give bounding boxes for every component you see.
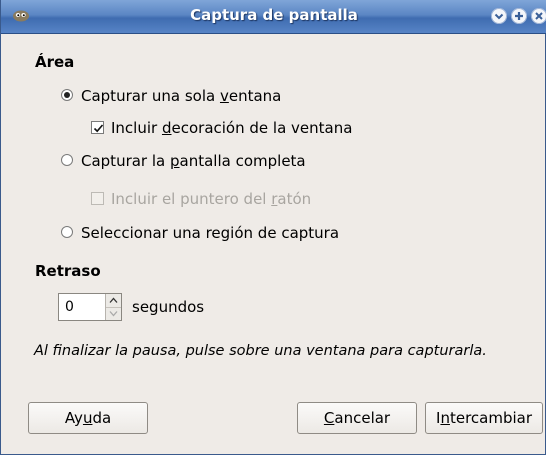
minimize-button[interactable] — [491, 8, 507, 24]
chevron-down-icon — [109, 311, 118, 317]
spin-up-button[interactable] — [106, 294, 121, 308]
checkbox — [91, 192, 104, 205]
area-heading: Área — [35, 53, 75, 71]
screenshot-dialog: Captura de pantalla Área Capturar una so… — [0, 0, 546, 455]
checkbox[interactable] — [91, 121, 104, 134]
radio-full-screen-label: Capturar la pantalla completa — [81, 152, 306, 170]
help-button[interactable]: Ayuda — [28, 402, 148, 434]
chevron-up-icon — [109, 297, 118, 303]
close-button[interactable] — [531, 8, 546, 24]
radio-select-region-label: Seleccionar una región de captura — [81, 224, 340, 242]
radio-single-window-label: Capturar una sola ventana — [81, 87, 282, 105]
delay-spinbutton[interactable]: 0 — [58, 293, 122, 321]
window-title: Captura de pantalla — [190, 6, 358, 24]
delay-heading: Retraso — [35, 262, 101, 280]
radio-button[interactable] — [61, 226, 73, 238]
maximize-button[interactable] — [511, 8, 527, 24]
check-include-decoration-label: Incluir decoración de la ventana — [111, 119, 353, 137]
delay-unit-label: segundos — [132, 298, 205, 316]
maximize-icon — [515, 12, 523, 20]
title-bar[interactable]: Captura de pantalla — [1, 0, 546, 34]
check-include-pointer-label: Incluir el puntero del ratón — [111, 190, 312, 208]
checkmark-icon — [93, 124, 104, 133]
spin-buttons — [105, 294, 121, 320]
cancel-button[interactable]: Cancelar — [297, 402, 417, 434]
minimize-icon — [494, 13, 504, 20]
radio-button[interactable] — [61, 154, 73, 166]
spin-down-button[interactable] — [106, 307, 121, 320]
grab-button[interactable]: Intercambiar — [425, 402, 543, 434]
close-icon — [535, 12, 543, 20]
hint-text: Al finalizar la pausa, pulse sobre una v… — [34, 343, 487, 359]
delay-value[interactable]: 0 — [65, 299, 74, 315]
radio-button[interactable] — [61, 89, 73, 101]
